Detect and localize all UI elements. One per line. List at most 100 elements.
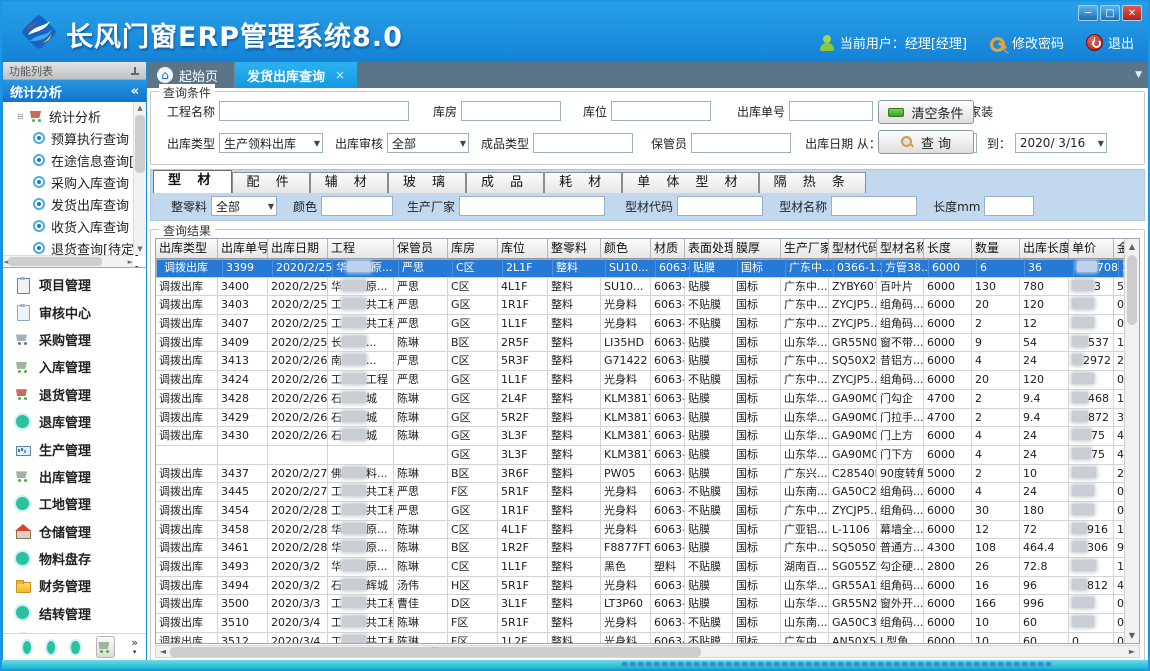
audit-select[interactable]: 全部▼ [387,133,469,153]
table-row[interactable]: 调拨出库34092020/2/25长...陈琳B区2R5F整料LI35HD606… [156,334,1124,353]
table-row[interactable]: 调拨出库34302020/2/26石城陈琳G区3L3F整料KLM38176063… [156,427,1124,446]
material-tab-3[interactable]: 玻 璃 [388,172,466,193]
column-header-2[interactable]: 出库日期 [268,239,328,258]
tree-item-1[interactable]: 在途信息查询[待 [7,149,146,171]
table-row[interactable]: 调拨出库34942020/3/2石辉城汤伟H区5R1F整料光身料6063-T5贴… [156,577,1124,596]
cart-shortcut-button[interactable] [96,636,116,658]
column-header-19[interactable]: 金额 [1114,239,1124,258]
table-row[interactable]: 调拨出库34932020/3/2华原...陈琳C区1L1F整料黑色塑料不贴膜国标… [156,558,1124,577]
column-header-16[interactable]: 数量 [972,239,1020,258]
scroll-down-icon[interactable]: ▼ [1125,628,1139,643]
scroll-thumb[interactable] [8,257,102,266]
column-header-10[interactable]: 表面处理 [685,239,733,258]
column-header-4[interactable]: 保管员 [394,239,448,258]
column-header-6[interactable]: 库位 [498,239,548,258]
table-row[interactable]: 调拨出库34372020/2/27佛料...陈琳B区3R6F整料PW056063… [156,465,1124,484]
tab-shipment-query[interactable]: 发货出库查询 × [235,62,357,88]
tree-vertical-scrollbar[interactable]: ▲ ▼ [133,102,146,255]
table-row[interactable]: 调拨出库34582020/2/28华原...陈琳C区4L1F整料光身料6063-… [156,521,1124,540]
stats-panel-header[interactable]: 统计分析 « [3,80,146,102]
close-button[interactable]: ✕ [1122,5,1142,21]
color-input[interactable] [321,196,393,216]
table-vertical-scrollbar[interactable]: ▲ ▼ [1124,239,1139,643]
sidebar-item-6[interactable]: 生产管理 [3,435,146,462]
column-header-15[interactable]: 长度 [924,239,972,258]
material-tab-6[interactable]: 单 体 型 材 [622,172,758,193]
scroll-down-icon[interactable]: ▼ [134,243,146,255]
table-row[interactable]: 调拨出库35002020/3/3工共工程曹佳D区3L1F整料LT3P606063… [156,595,1124,614]
scroll-right-icon[interactable]: ► [128,258,133,266]
column-header-9[interactable]: 材质 [651,239,685,258]
profile-name-input[interactable] [831,196,917,216]
table-row[interactable]: 调拨出库34242020/2/26工工程严思G区1L1F整料光身料6063-T5… [156,371,1124,390]
material-tab-0[interactable]: 型 材 [153,170,232,193]
column-header-14[interactable]: 型材名称 [877,239,924,258]
sidebar-item-10[interactable]: 物料盘存 [3,545,146,572]
shortcut-dot-icon[interactable] [47,641,55,654]
date-to-select[interactable]: 2020/ 3/16▼ [1015,133,1107,153]
scroll-thumb[interactable] [1127,255,1137,325]
sidebar-item-7[interactable]: 出库管理 [3,463,146,490]
logout-button[interactable]: 退出 [1086,33,1134,52]
keeper-input[interactable] [691,133,791,153]
material-tab-1[interactable]: 配 件 [232,172,310,193]
column-header-3[interactable]: 工程 [328,239,394,258]
profile-code-input[interactable] [677,196,763,216]
shortcut-dot-icon[interactable] [23,641,31,654]
minimize-button[interactable]: ─ [1078,5,1098,21]
location-input[interactable] [611,101,711,121]
sidebar-item-1[interactable]: 审核中心 [3,298,146,325]
table-row[interactable]: 调拨出库34072020/2/25工共工程严思G区1L1F整料光身料6063-T… [156,315,1124,334]
column-header-13[interactable]: 型材代码 [829,239,877,258]
table-row[interactable]: G区3L3F整料KLM38176063-T5贴膜国标山东华...GA90M09.… [156,446,1124,465]
search-button[interactable]: 查 询 [878,130,974,154]
maker-input[interactable] [459,196,605,216]
scroll-left-icon[interactable]: ◄ [156,647,170,656]
sidebar-item-12[interactable]: 结转管理 [3,600,146,627]
table-row[interactable]: 调拨出库33992020/2/25华原...严思C区2L1F整料SU10...6… [156,259,1124,278]
scroll-thumb[interactable] [135,115,145,173]
shortcut-dot-icon[interactable] [71,641,79,654]
material-tab-5[interactable]: 耗 材 [544,172,622,193]
more-options-button[interactable]: »▾ [131,639,138,656]
clear-conditions-button[interactable]: 清空条件 [878,100,974,124]
table-horizontal-scrollbar[interactable]: ◄ ► [155,645,1140,658]
column-header-17[interactable]: 出库长度 [1020,239,1069,258]
tree-root-node[interactable]: ⊟ 统计分析 [7,105,146,127]
change-password-button[interactable]: 修改密码 [989,33,1064,52]
out-type-select[interactable]: 生产领料出库▼ [219,133,323,153]
table-row[interactable]: 调拨出库34542020/2/28工共工程严思G区1R1F整料光身料6063-T… [156,502,1124,521]
pin-icon[interactable] [130,66,140,76]
scroll-thumb[interactable] [170,647,701,657]
product-type-input[interactable] [533,133,633,153]
scroll-up-icon[interactable]: ▲ [1125,239,1139,254]
scroll-right-icon[interactable]: ► [1125,647,1139,656]
tree-horizontal-scrollbar[interactable]: ◄ ► [3,255,133,267]
tree-expander-icon[interactable]: ⊟ [17,112,25,121]
maximize-button[interactable]: □ [1100,5,1120,21]
project-name-input[interactable] [219,101,409,121]
column-header-0[interactable]: 出库类型 [156,239,218,258]
column-header-11[interactable]: 膜厚 [733,239,781,258]
column-header-12[interactable]: 生产厂家 [781,239,829,258]
sidebar-item-9[interactable]: 仓储管理 [3,518,146,545]
sidebar-item-2[interactable]: 采购管理 [3,326,146,353]
table-row[interactable]: 调拨出库34132020/2/26南...严思C区5R3F整料G71422606… [156,352,1124,371]
sidebar-item-0[interactable]: 项目管理 [3,271,146,298]
material-tab-2[interactable]: 辅 材 [310,172,388,193]
table-row[interactable]: 调拨出库34612020/2/28华原...陈琳B区1R2F整料F8877FT6… [156,539,1124,558]
column-header-1[interactable]: 出库单号 [218,239,268,258]
table-row[interactable]: 调拨出库34002020/2/25华原...严思C区4L1F整料SU10...6… [156,278,1124,297]
tree-item-0[interactable]: 预算执行查询 [7,127,146,149]
length-input[interactable] [984,196,1034,216]
sidebar-item-3[interactable]: 入库管理 [3,353,146,380]
tab-close-icon[interactable]: × [335,68,345,82]
column-header-7[interactable]: 整零料 [548,239,601,258]
whole-part-select[interactable]: 全部▼ [211,196,277,216]
tree-item-4[interactable]: 收货入库查询 [7,215,146,237]
column-header-8[interactable]: 颜色 [601,239,651,258]
column-header-5[interactable]: 库房 [448,239,498,258]
sidebar-item-8[interactable]: 工地管理 [3,490,146,517]
order-no-input[interactable] [789,101,873,121]
tab-list-dropdown-icon[interactable]: ▼ [1135,70,1142,80]
